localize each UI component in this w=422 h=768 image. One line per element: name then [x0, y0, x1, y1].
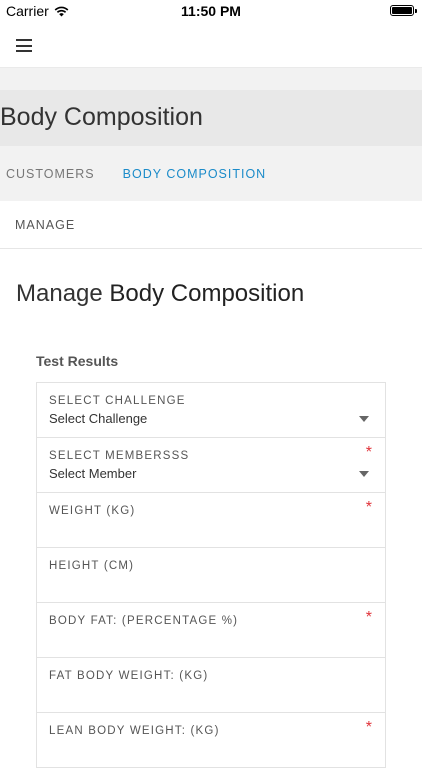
select-challenge-dropdown[interactable]: Select Challenge: [49, 411, 373, 426]
section-heading-emphasis: Body Composition: [109, 280, 305, 307]
section-heading-prefix: Manage: [16, 280, 103, 307]
page-title: Body Composition: [0, 103, 203, 131]
body-fat-field[interactable]: BODY FAT: (PERCENTAGE %) *: [37, 603, 385, 658]
required-asterisk: *: [365, 499, 372, 516]
breadcrumb-body-composition-link[interactable]: BODY COMPOSITION: [123, 167, 267, 181]
test-results-heading: Test Results: [36, 353, 119, 369]
page-title-band: Body Composition: [0, 90, 422, 146]
select-member-dropdown[interactable]: Select Member: [49, 466, 373, 481]
required-asterisk: *: [365, 444, 372, 461]
section-heading: Manage Body Composition: [16, 280, 304, 308]
required-asterisk: *: [365, 609, 372, 626]
breadcrumb-customers-link[interactable]: CUSTOMERS: [6, 167, 95, 181]
select-member-field[interactable]: SELECT MEMBERSSS Select Member *: [37, 438, 385, 493]
field-label: FAT BODY WEIGHT: (KG): [49, 670, 209, 682]
select-challenge-field[interactable]: SELECT CHALLENGE Select Challenge: [37, 383, 385, 438]
breadcrumb: CUSTOMERS BODY COMPOSITION: [0, 146, 422, 201]
lean-body-weight-field[interactable]: LEAN BODY WEIGHT: (KG) *: [37, 713, 385, 768]
weight-field[interactable]: WEIGHT (KG) *: [37, 493, 385, 548]
fat-body-weight-field[interactable]: FAT BODY WEIGHT: (KG): [37, 658, 385, 713]
body-composition-form: SELECT CHALLENGE Select Challenge SELECT…: [36, 382, 386, 768]
dropdown-caret-icon[interactable]: [359, 416, 369, 422]
field-label: LEAN BODY WEIGHT: (KG): [49, 725, 220, 737]
status-bar: Carrier 11:50 PM: [0, 0, 422, 22]
manage-accordion[interactable]: MANAGE: [0, 201, 422, 249]
manage-label: MANAGE: [15, 217, 76, 232]
top-bar: [0, 22, 422, 68]
height-field[interactable]: HEIGHT (CM): [37, 548, 385, 603]
dropdown-caret-icon[interactable]: [359, 471, 369, 477]
battery-icon: [390, 5, 417, 16]
field-label: SELECT MEMBERSSS: [49, 450, 190, 462]
status-time: 11:50 PM: [181, 3, 241, 19]
field-label: WEIGHT (KG): [49, 505, 136, 517]
header-spacer: [0, 68, 422, 90]
required-asterisk: *: [365, 719, 372, 736]
field-label: BODY FAT: (PERCENTAGE %): [49, 615, 239, 627]
field-label: HEIGHT (CM): [49, 560, 135, 572]
field-label: SELECT CHALLENGE: [49, 395, 186, 407]
hamburger-menu-icon[interactable]: [16, 39, 32, 52]
